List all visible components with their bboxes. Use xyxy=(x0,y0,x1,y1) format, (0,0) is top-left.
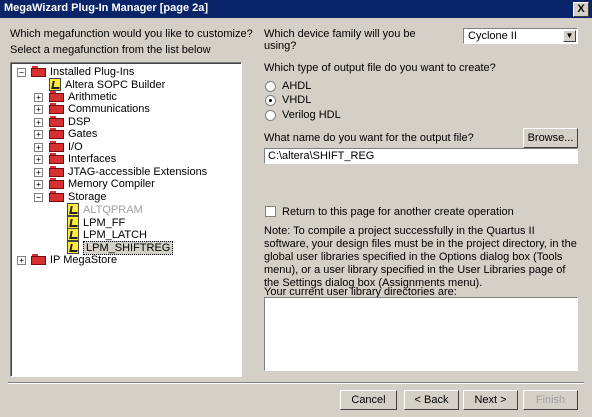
tree-node-ip-megastore[interactable]: IP MegaStore xyxy=(31,253,117,266)
tree-label: ALTQPRAM xyxy=(83,203,143,216)
folder-icon xyxy=(49,191,64,202)
folder-icon xyxy=(49,153,64,164)
tree-label: Memory Compiler xyxy=(68,177,155,190)
return-checkbox-label[interactable]: Return to this page for another create o… xyxy=(282,206,514,218)
radio-vhdl[interactable] xyxy=(265,95,276,106)
expand-icon[interactable]: + xyxy=(34,105,43,114)
expand-icon[interactable]: + xyxy=(17,256,26,265)
tree-label: LPM_LATCH xyxy=(83,228,147,241)
back-button[interactable]: < Back xyxy=(404,390,459,410)
radio-ahdl[interactable] xyxy=(265,81,276,92)
tree-label: Communications xyxy=(68,102,150,115)
folder-icon xyxy=(49,166,64,177)
megawizard-window: MegaWizard Plug-In Manager [page 2a] X W… xyxy=(0,0,592,417)
tree-label: Gates xyxy=(68,127,98,140)
device-question-line2: using? xyxy=(264,40,297,52)
tree-label: IP MegaStore xyxy=(50,253,118,266)
radio-ahdl-label[interactable]: AHDL xyxy=(282,80,311,92)
tree-node-storage[interactable]: Storage xyxy=(49,190,107,203)
collapse-icon[interactable]: − xyxy=(17,68,26,77)
window-title: MegaWizard Plug-In Manager [page 2a] xyxy=(4,2,209,14)
chevron-down-icon[interactable]: ▼ xyxy=(563,30,576,42)
tree-node-memory-compiler[interactable]: Memory Compiler xyxy=(49,177,155,190)
folder-icon xyxy=(49,116,64,127)
compile-note: Note: To compile a project successfully … xyxy=(264,225,577,289)
tree-node-communications[interactable]: Communications xyxy=(49,102,150,115)
expand-icon[interactable]: + xyxy=(34,180,43,189)
radio-verilog-label[interactable]: Verilog HDL xyxy=(282,109,341,121)
tree-label: I/O xyxy=(68,140,83,153)
expand-icon[interactable]: + xyxy=(34,143,43,152)
tree-label: Altera SOPC Builder xyxy=(65,78,166,91)
tree-label: Arithmetic xyxy=(68,90,117,103)
megafunction-icon xyxy=(67,228,79,241)
select-label: Select a megafunction from the list belo… xyxy=(10,44,211,56)
finish-button[interactable]: Finish xyxy=(523,390,578,410)
megafunction-question: Which megafunction would you like to cus… xyxy=(10,28,253,40)
footer-divider xyxy=(8,382,584,384)
megastore-folder-icon xyxy=(31,254,46,265)
output-type-question: Which type of output file do you want to… xyxy=(264,62,496,74)
tree-label: JTAG-accessible Extensions xyxy=(68,165,208,178)
folder-icon xyxy=(49,103,64,114)
tree-node-gates[interactable]: Gates xyxy=(49,127,97,140)
expand-icon[interactable]: + xyxy=(34,168,43,177)
megafunction-tree[interactable]: − Installed Plug-Ins Altera SOPC Builder… xyxy=(10,62,242,377)
return-checkbox[interactable] xyxy=(265,206,276,217)
folder-icon xyxy=(49,178,64,189)
expand-icon[interactable]: + xyxy=(34,130,43,139)
tree-node-installed[interactable]: Installed Plug-Ins xyxy=(31,65,134,78)
output-file-input[interactable]: C:\altera\SHIFT_REG xyxy=(264,148,578,164)
tree-label: Storage xyxy=(68,190,107,203)
radio-verilog[interactable] xyxy=(265,110,276,121)
tree-label: Interfaces xyxy=(68,152,117,165)
tree-label: LPM_FF xyxy=(83,216,126,229)
folder-icon xyxy=(49,91,64,102)
next-button[interactable]: Next > xyxy=(463,390,518,410)
plugin-folder-icon xyxy=(31,66,46,77)
tree-node-lpm-latch[interactable]: LPM_LATCH xyxy=(67,228,147,241)
device-family-value: Cyclone II xyxy=(468,30,517,42)
expand-icon[interactable]: + xyxy=(34,93,43,102)
tree-node-altqpram[interactable]: ALTQPRAM xyxy=(67,203,143,216)
tree-label: DSP xyxy=(68,115,91,128)
user-library-list[interactable] xyxy=(264,297,578,371)
device-family-select[interactable]: Cyclone II ▼ xyxy=(463,28,578,44)
device-question-line1: Which device family will you be xyxy=(264,28,416,40)
cancel-button[interactable]: Cancel xyxy=(340,390,397,410)
output-name-question: What name do you want for the output fil… xyxy=(264,132,474,144)
browse-button[interactable]: Browse... xyxy=(523,128,578,148)
tree-label: Installed Plug-Ins xyxy=(50,65,135,78)
radio-vhdl-label[interactable]: VHDL xyxy=(282,94,311,106)
close-button[interactable]: X xyxy=(573,2,589,17)
expand-icon[interactable]: + xyxy=(34,155,43,164)
collapse-icon[interactable]: − xyxy=(34,193,43,202)
title-bar: MegaWizard Plug-In Manager [page 2a] X xyxy=(0,0,592,18)
expand-icon[interactable]: + xyxy=(34,118,43,127)
megafunction-icon xyxy=(67,203,79,216)
tree-node-interfaces[interactable]: Interfaces xyxy=(49,152,116,165)
folder-icon xyxy=(49,141,64,152)
output-file-value: C:\altera\SHIFT_REG xyxy=(268,150,375,162)
folder-icon xyxy=(49,128,64,139)
